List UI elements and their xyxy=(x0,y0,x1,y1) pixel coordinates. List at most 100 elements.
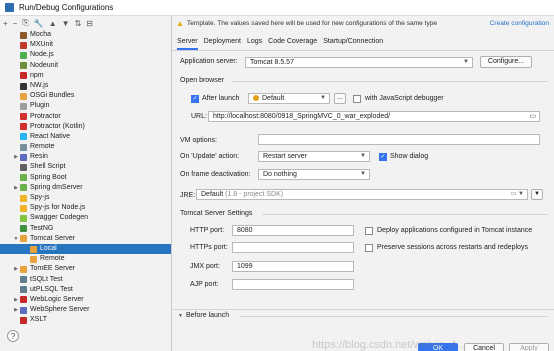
toolbar-button-0[interactable]: + xyxy=(3,19,8,28)
tree-item[interactable]: XSLT xyxy=(0,315,171,325)
watermark-text: https://blog.csdn.net/weixin_4... xyxy=(312,339,466,351)
toolbar-button-7[interactable]: ⊟ xyxy=(86,19,93,28)
app-server-select[interactable]: Tomcat 8.5.57 ▼ xyxy=(245,57,473,68)
tree-item[interactable]: ▶ WebLogic Server xyxy=(0,295,171,305)
url-input[interactable]: http://localhost:8080/0918_SpringMVC_0_w… xyxy=(208,111,540,122)
tree-item[interactable]: ▶ Spring dmServer xyxy=(0,183,171,193)
preserve-sessions-checkbox[interactable] xyxy=(365,244,373,252)
tree-item[interactable]: tSQLt Test xyxy=(0,275,171,285)
config-type-icon xyxy=(20,133,27,141)
apply-button[interactable]: Apply xyxy=(509,343,549,351)
tree-item[interactable]: Swagger Codegen xyxy=(0,213,171,223)
toolbar-button-4[interactable]: ▲ xyxy=(49,19,57,28)
show-dialog-label: Show dialog xyxy=(390,153,429,160)
tree-item[interactable]: ▶ Resin xyxy=(0,152,171,162)
expand-arrow-icon[interactable]: ▶ xyxy=(12,295,20,305)
toolbar-button-1[interactable]: − xyxy=(13,19,18,28)
config-type-icon xyxy=(20,204,27,212)
tree-item-label: Remote xyxy=(40,255,65,263)
expand-arrow-icon[interactable]: ▶ xyxy=(12,305,20,315)
https-port-input[interactable] xyxy=(232,242,354,253)
tree-item[interactable]: Mocha xyxy=(0,30,171,40)
js-debugger-checkbox[interactable] xyxy=(353,95,361,103)
tree-item[interactable]: Shell Script xyxy=(0,162,171,172)
tree-item[interactable]: Remote xyxy=(0,254,171,264)
config-type-icon xyxy=(20,164,27,172)
tree-item[interactable]: React Native xyxy=(0,132,171,142)
tree-item[interactable]: Plugin xyxy=(0,101,171,111)
jre-label: JRE: xyxy=(180,192,196,199)
after-launch-checkbox[interactable]: ✓ xyxy=(191,95,199,103)
tree-item[interactable]: Remote xyxy=(0,142,171,152)
tree-item[interactable]: ▶ WebSphere Server xyxy=(0,305,171,315)
create-configuration-link[interactable]: Create configuration xyxy=(490,20,549,27)
vm-options-input[interactable] xyxy=(258,134,540,145)
tree-item[interactable]: ▼ Tomcat Server xyxy=(0,234,171,244)
tab-logs[interactable]: Logs xyxy=(247,38,262,50)
expand-arrow-icon[interactable]: ▶ xyxy=(12,264,20,274)
toolbar-button-2[interactable]: ⎘ xyxy=(22,18,28,28)
expand-arrow-icon[interactable]: ▶ xyxy=(12,152,20,162)
tree-item[interactable]: TestNG xyxy=(0,224,171,234)
tree-item-label: Remote xyxy=(30,143,55,151)
tree-item[interactable]: MXUnit xyxy=(0,40,171,50)
tree-item-label: OSGi Bundles xyxy=(30,92,75,100)
tree-item-label: WebSphere Server xyxy=(30,306,90,314)
toolbar-button-6[interactable]: ⇅ xyxy=(75,19,82,28)
config-type-icon xyxy=(20,51,27,59)
before-launch-label[interactable]: Before launch xyxy=(186,312,229,319)
browser-value: Default xyxy=(262,95,285,102)
config-type-icon xyxy=(20,265,27,273)
config-type-icon xyxy=(20,82,27,90)
browser-options-button[interactable]: ... xyxy=(334,93,346,104)
config-type-icon xyxy=(30,245,37,253)
tab-server[interactable]: Server xyxy=(177,38,198,50)
jmx-port-input[interactable]: 1099 xyxy=(232,261,354,272)
tree-item[interactable]: Spy-js xyxy=(0,193,171,203)
tree-item-label: Spring dmServer xyxy=(30,183,83,191)
expand-arrow-icon[interactable]: ▶ xyxy=(12,183,20,193)
tree-item[interactable]: ▶ TomEE Server xyxy=(0,264,171,274)
tree-item[interactable]: Local xyxy=(0,243,171,255)
tree-item[interactable]: NW.js xyxy=(0,81,171,91)
tree-item[interactable]: Spring Boot xyxy=(0,173,171,183)
expand-arrow-icon[interactable]: ▼ xyxy=(12,234,20,244)
jre-select[interactable]: Default (1.8 - project SDK) ▭ ▼ xyxy=(196,189,528,200)
ajp-port-input[interactable] xyxy=(232,279,354,290)
tree-item[interactable]: Node.js xyxy=(0,50,171,60)
config-type-icon xyxy=(20,225,27,233)
tree-item[interactable]: Protractor (Kotlin) xyxy=(0,122,171,132)
show-dialog-checkbox[interactable]: ✓ xyxy=(379,153,387,161)
toolbar-button-3[interactable]: 🔧 xyxy=(34,19,44,28)
tab-startup-connection[interactable]: Startup/Connection xyxy=(323,38,383,50)
on-update-value: Restart server xyxy=(263,153,307,160)
config-type-icon xyxy=(20,286,27,294)
config-tree-panel: + − ⎘ 🔧 ▲ ▼ ⇅ ⊟ Mocha MXUnit Node.js Nodeunit npm NW… xyxy=(0,16,172,351)
http-port-label: HTTP port: xyxy=(190,227,225,234)
tree-item-label: Plugin xyxy=(30,102,50,110)
tree-item[interactable]: Protractor xyxy=(0,112,171,122)
cancel-button[interactable]: Cancel xyxy=(464,343,504,351)
tree-item[interactable]: npm xyxy=(0,71,171,81)
tree-item[interactable]: Nodeunit xyxy=(0,61,171,71)
tab-deployment[interactable]: Deployment xyxy=(204,38,241,50)
toolbar-button-5[interactable]: ▼ xyxy=(62,19,70,28)
configure-button[interactable]: Configure... xyxy=(480,56,532,68)
tree-item[interactable]: utPLSQL Test xyxy=(0,285,171,295)
tree-item[interactable]: OSGi Bundles xyxy=(0,91,171,101)
http-port-input[interactable]: 8080 xyxy=(232,225,354,236)
tree-item-label: Resin xyxy=(30,153,48,161)
on-update-select[interactable]: Restart server ▼ xyxy=(258,151,370,162)
chevron-right-icon[interactable]: ▼ xyxy=(178,313,183,319)
config-type-icon xyxy=(20,174,27,182)
before-launch-separator xyxy=(240,316,548,317)
jre-expand-button[interactable]: ▼ xyxy=(531,189,543,200)
tree-item-label: Node.js xyxy=(30,51,54,59)
on-frame-select[interactable]: Do nothing ▼ xyxy=(258,169,370,180)
help-button[interactable]: ? xyxy=(7,330,19,342)
browser-select[interactable]: Default ▼ xyxy=(248,93,330,104)
tree-item[interactable]: Spy-js for Node.js xyxy=(0,203,171,213)
deploy-apps-checkbox[interactable] xyxy=(365,227,373,235)
tree-item-label: Local xyxy=(40,244,57,252)
tab-code-coverage[interactable]: Code Coverage xyxy=(268,38,317,50)
